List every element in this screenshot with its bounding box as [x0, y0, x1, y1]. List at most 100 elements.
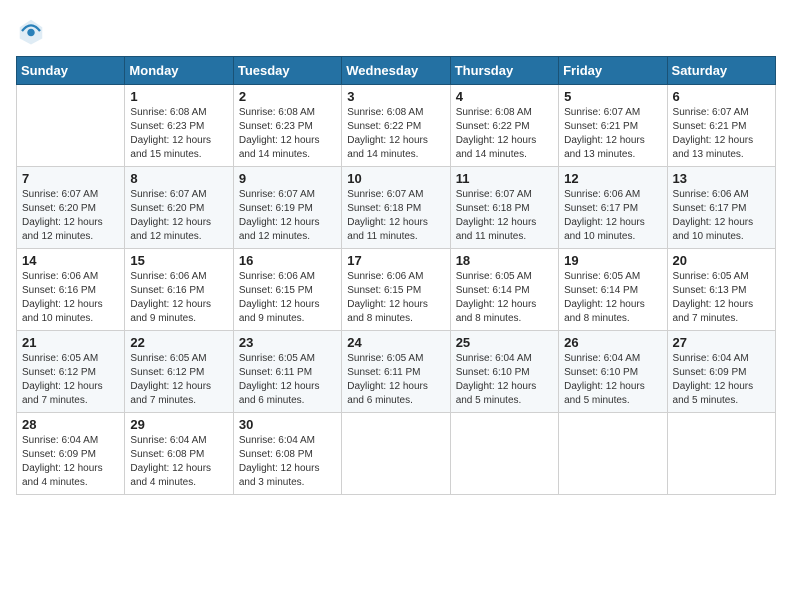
- day-number: 28: [22, 417, 119, 432]
- day-info: Sunrise: 6:04 AM Sunset: 6:10 PM Dayligh…: [456, 352, 553, 408]
- day-info: Sunrise: 6:05 AM Sunset: 6:14 PM Dayligh…: [456, 270, 553, 326]
- day-header-thursday: Thursday: [450, 57, 558, 85]
- day-number: 18: [456, 253, 553, 268]
- header: [16, 16, 776, 46]
- day-number: 17: [347, 253, 444, 268]
- day-number: 22: [130, 335, 227, 350]
- week-row-2: 7 Sunrise: 6:07 AM Sunset: 6:20 PM Daylig…: [17, 167, 776, 249]
- days-header-row: SundayMondayTuesdayWednesdayThursdayFrid…: [17, 57, 776, 85]
- calendar-cell: 27 Sunrise: 6:04 AM Sunset: 6:09 PM Dayli…: [667, 331, 775, 413]
- day-header-saturday: Saturday: [667, 57, 775, 85]
- day-number: 1: [130, 89, 227, 104]
- day-number: 6: [673, 89, 770, 104]
- day-header-monday: Monday: [125, 57, 233, 85]
- calendar-cell: 24 Sunrise: 6:05 AM Sunset: 6:11 PM Dayli…: [342, 331, 450, 413]
- calendar-cell: 13 Sunrise: 6:06 AM Sunset: 6:17 PM Dayli…: [667, 167, 775, 249]
- day-info: Sunrise: 6:08 AM Sunset: 6:23 PM Dayligh…: [130, 106, 227, 162]
- calendar-cell: 14 Sunrise: 6:06 AM Sunset: 6:16 PM Dayli…: [17, 249, 125, 331]
- day-info: Sunrise: 6:07 AM Sunset: 6:20 PM Dayligh…: [130, 188, 227, 244]
- calendar-cell: 15 Sunrise: 6:06 AM Sunset: 6:16 PM Dayli…: [125, 249, 233, 331]
- day-header-wednesday: Wednesday: [342, 57, 450, 85]
- day-info: Sunrise: 6:06 AM Sunset: 6:15 PM Dayligh…: [239, 270, 336, 326]
- calendar-cell: [342, 413, 450, 495]
- calendar-cell: 2 Sunrise: 6:08 AM Sunset: 6:23 PM Daylig…: [233, 85, 341, 167]
- day-number: 21: [22, 335, 119, 350]
- calendar-cell: [559, 413, 667, 495]
- day-info: Sunrise: 6:05 AM Sunset: 6:11 PM Dayligh…: [347, 352, 444, 408]
- day-number: 2: [239, 89, 336, 104]
- calendar-cell: [450, 413, 558, 495]
- calendar-cell: 6 Sunrise: 6:07 AM Sunset: 6:21 PM Daylig…: [667, 85, 775, 167]
- day-number: 4: [456, 89, 553, 104]
- day-number: 24: [347, 335, 444, 350]
- day-info: Sunrise: 6:05 AM Sunset: 6:14 PM Dayligh…: [564, 270, 661, 326]
- day-number: 10: [347, 171, 444, 186]
- calendar-cell: 3 Sunrise: 6:08 AM Sunset: 6:22 PM Daylig…: [342, 85, 450, 167]
- day-number: 5: [564, 89, 661, 104]
- day-number: 26: [564, 335, 661, 350]
- day-info: Sunrise: 6:06 AM Sunset: 6:16 PM Dayligh…: [130, 270, 227, 326]
- calendar-cell: 5 Sunrise: 6:07 AM Sunset: 6:21 PM Daylig…: [559, 85, 667, 167]
- calendar-cell: 12Sunrise: 6:06 AM Sunset: 6:17 PM Dayli…: [559, 167, 667, 249]
- calendar-cell: 21 Sunrise: 6:05 AM Sunset: 6:12 PM Dayli…: [17, 331, 125, 413]
- day-number: 7: [22, 171, 119, 186]
- day-number: 20: [673, 253, 770, 268]
- day-info: Sunrise: 6:07 AM Sunset: 6:20 PM Dayligh…: [22, 188, 119, 244]
- week-row-5: 28 Sunrise: 6:04 AM Sunset: 6:09 PM Dayli…: [17, 413, 776, 495]
- logo: [16, 16, 48, 46]
- day-header-friday: Friday: [559, 57, 667, 85]
- week-row-1: 1 Sunrise: 6:08 AM Sunset: 6:23 PM Daylig…: [17, 85, 776, 167]
- calendar-cell: 30 Sunrise: 6:04 AM Sunset: 6:08 PM Dayli…: [233, 413, 341, 495]
- day-number: 23: [239, 335, 336, 350]
- day-info: Sunrise: 6:06 AM Sunset: 6:16 PM Dayligh…: [22, 270, 119, 326]
- calendar-cell: 26Sunrise: 6:04 AM Sunset: 6:10 PM Dayli…: [559, 331, 667, 413]
- day-number: 14: [22, 253, 119, 268]
- calendar-cell: 22 Sunrise: 6:05 AM Sunset: 6:12 PM Dayli…: [125, 331, 233, 413]
- day-info: Sunrise: 6:06 AM Sunset: 6:17 PM Dayligh…: [673, 188, 770, 244]
- calendar-cell: 18 Sunrise: 6:05 AM Sunset: 6:14 PM Dayli…: [450, 249, 558, 331]
- day-info: Sunrise: 6:04 AM Sunset: 6:09 PM Dayligh…: [673, 352, 770, 408]
- calendar-cell: 28 Sunrise: 6:04 AM Sunset: 6:09 PM Dayli…: [17, 413, 125, 495]
- day-number: 27: [673, 335, 770, 350]
- calendar-cell: 25 Sunrise: 6:04 AM Sunset: 6:10 PM Dayli…: [450, 331, 558, 413]
- calendar-cell: 16 Sunrise: 6:06 AM Sunset: 6:15 PM Dayli…: [233, 249, 341, 331]
- week-row-3: 14 Sunrise: 6:06 AM Sunset: 6:16 PM Dayli…: [17, 249, 776, 331]
- day-number: 29: [130, 417, 227, 432]
- day-number: 9: [239, 171, 336, 186]
- day-info: Sunrise: 6:07 AM Sunset: 6:21 PM Dayligh…: [673, 106, 770, 162]
- day-info: Sunrise: 6:08 AM Sunset: 6:23 PM Dayligh…: [239, 106, 336, 162]
- day-info: Sunrise: 6:06 AM Sunset: 6:15 PM Dayligh…: [347, 270, 444, 326]
- day-header-sunday: Sunday: [17, 57, 125, 85]
- day-number: 15: [130, 253, 227, 268]
- day-info: Sunrise: 6:08 AM Sunset: 6:22 PM Dayligh…: [347, 106, 444, 162]
- day-info: Sunrise: 6:07 AM Sunset: 6:19 PM Dayligh…: [239, 188, 336, 244]
- calendar-cell: 7 Sunrise: 6:07 AM Sunset: 6:20 PM Daylig…: [17, 167, 125, 249]
- calendar-cell: 11 Sunrise: 6:07 AM Sunset: 6:18 PM Dayli…: [450, 167, 558, 249]
- day-info: Sunrise: 6:07 AM Sunset: 6:21 PM Dayligh…: [564, 106, 661, 162]
- day-number: 11: [456, 171, 553, 186]
- day-number: 30: [239, 417, 336, 432]
- day-number: 8: [130, 171, 227, 186]
- calendar-cell: 1 Sunrise: 6:08 AM Sunset: 6:23 PM Daylig…: [125, 85, 233, 167]
- logo-icon: [16, 16, 46, 46]
- calendar-cell: 17 Sunrise: 6:06 AM Sunset: 6:15 PM Dayli…: [342, 249, 450, 331]
- calendar-cell: 8 Sunrise: 6:07 AM Sunset: 6:20 PM Daylig…: [125, 167, 233, 249]
- day-number: 13: [673, 171, 770, 186]
- day-info: Sunrise: 6:05 AM Sunset: 6:12 PM Dayligh…: [130, 352, 227, 408]
- day-info: Sunrise: 6:07 AM Sunset: 6:18 PM Dayligh…: [456, 188, 553, 244]
- day-number: 16: [239, 253, 336, 268]
- day-info: Sunrise: 6:05 AM Sunset: 6:13 PM Dayligh…: [673, 270, 770, 326]
- day-info: Sunrise: 6:07 AM Sunset: 6:18 PM Dayligh…: [347, 188, 444, 244]
- calendar-table: SundayMondayTuesdayWednesdayThursdayFrid…: [16, 56, 776, 495]
- calendar-cell: 23 Sunrise: 6:05 AM Sunset: 6:11 PM Dayli…: [233, 331, 341, 413]
- day-number: 19: [564, 253, 661, 268]
- day-number: 25: [456, 335, 553, 350]
- calendar-cell: [17, 85, 125, 167]
- day-info: Sunrise: 6:04 AM Sunset: 6:08 PM Dayligh…: [239, 434, 336, 490]
- day-info: Sunrise: 6:04 AM Sunset: 6:09 PM Dayligh…: [22, 434, 119, 490]
- day-info: Sunrise: 6:05 AM Sunset: 6:11 PM Dayligh…: [239, 352, 336, 408]
- day-info: Sunrise: 6:06 AM Sunset: 6:17 PM Dayligh…: [564, 188, 661, 244]
- calendar-cell: 4Sunrise: 6:08 AM Sunset: 6:22 PM Daylig…: [450, 85, 558, 167]
- day-info: Sunrise: 6:05 AM Sunset: 6:12 PM Dayligh…: [22, 352, 119, 408]
- day-number: 3: [347, 89, 444, 104]
